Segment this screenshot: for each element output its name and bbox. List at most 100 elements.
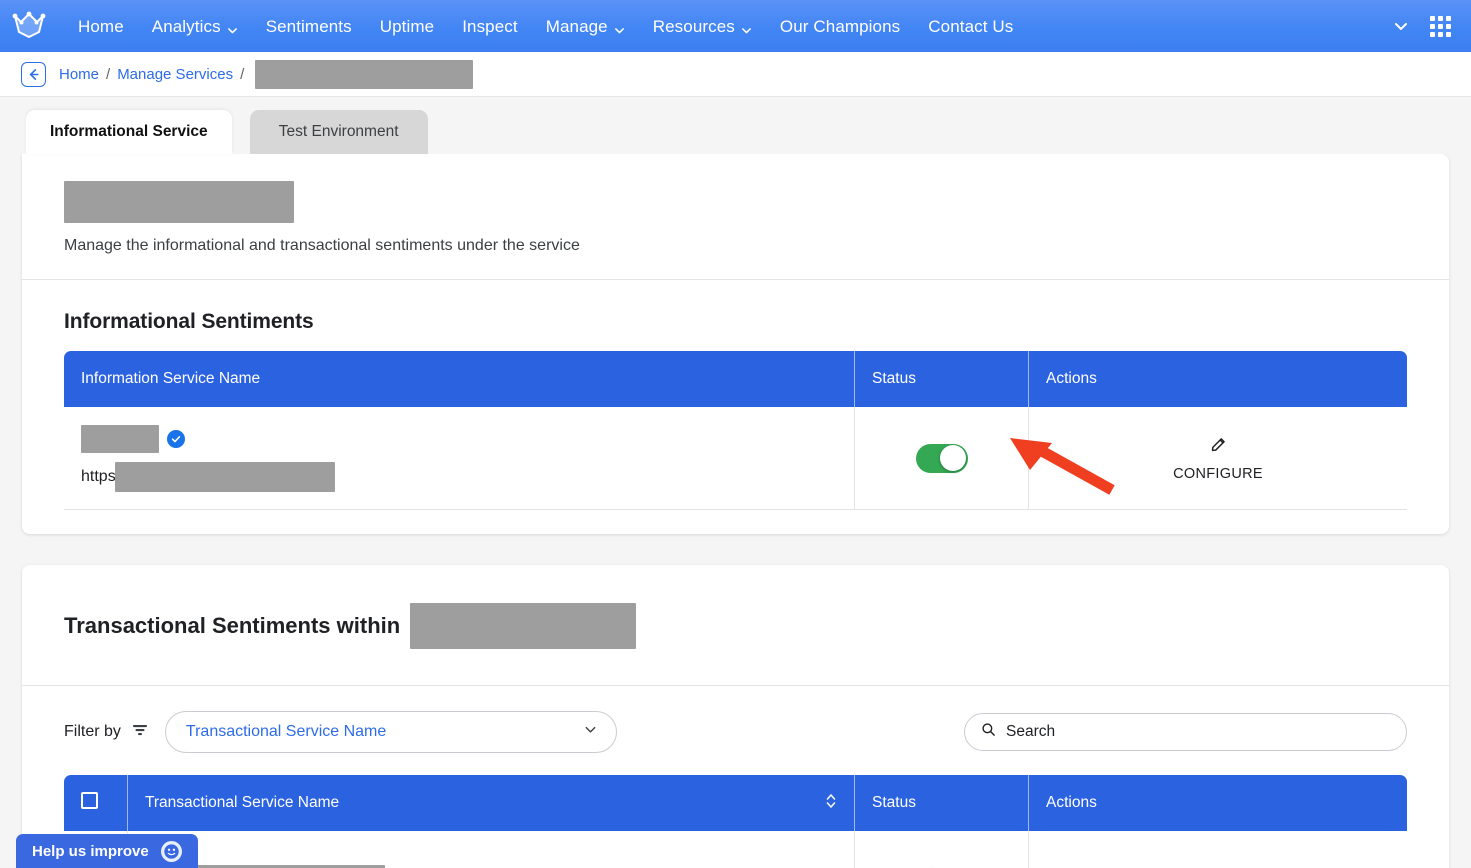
- nav-item-label: Home: [78, 16, 124, 36]
- chevron-down-icon[interactable]: [1392, 17, 1410, 35]
- nav-item-our-champions[interactable]: Our Champions: [766, 10, 914, 43]
- transactional-sentiments-title: Transactional Sentiments within: [22, 565, 1449, 685]
- service-name-row: [81, 424, 837, 453]
- filter-by-label: Filter by: [64, 722, 149, 743]
- column-header-actions[interactable]: Actions: [1029, 351, 1407, 407]
- column-header-status[interactable]: Status: [855, 775, 1029, 831]
- breadcrumb-link-manage-services[interactable]: Manage Services: [117, 66, 233, 83]
- tab-label: Informational Service: [50, 123, 208, 140]
- smiley-face-icon: [160, 840, 182, 862]
- verified-check-icon: [167, 429, 185, 448]
- transactional-table-wrapper: Transactional Service Name Status Action…: [22, 775, 1449, 868]
- transactional-title-redacted: [410, 603, 637, 649]
- informational-sentiments-title: Informational Sentiments: [64, 310, 314, 333]
- table-body: Add Ki: [64, 831, 1407, 868]
- breadcrumb-trail: Home / Manage Services /: [59, 59, 474, 89]
- cell-transactional-service-name: Add Ki: [128, 831, 855, 868]
- nav-item-label: Contact Us: [928, 16, 1014, 36]
- table-header-row: Transactional Service Name Status Action…: [64, 775, 1407, 831]
- tab-test-environment[interactable]: Test Environment: [249, 110, 428, 154]
- toggle-knob: [940, 445, 966, 471]
- apps-grid-icon[interactable]: [1430, 15, 1451, 37]
- nav-item-label: Our Champions: [779, 16, 901, 36]
- nav-menu: Home Analytics Sentiments Uptime Inspect…: [64, 10, 1392, 43]
- nav-item-contact-us[interactable]: Contact Us: [914, 10, 1027, 43]
- nav-item-sentiments[interactable]: Sentiments: [252, 10, 366, 43]
- informational-table-wrapper: Information Service Name Status Actions: [22, 351, 1449, 534]
- filters-row: Filter by Transactional Service Name: [22, 686, 1449, 775]
- search-input[interactable]: [1006, 723, 1390, 741]
- transactional-sentiments-card: Transactional Sentiments within Filter b…: [22, 565, 1449, 868]
- service-name-redacted: [64, 181, 294, 223]
- tab-label: Test Environment: [278, 123, 399, 140]
- cell-actions: [1029, 831, 1407, 868]
- tab-informational-service[interactable]: Informational Service: [26, 110, 232, 154]
- breadcrumb-current-redacted: [255, 59, 474, 89]
- chevron-down-icon: [614, 22, 625, 33]
- breadcrumb-separator: /: [106, 65, 111, 83]
- service-subtitle: Manage the informational and transaction…: [64, 237, 580, 254]
- service-url-row: https://: [81, 461, 837, 492]
- nav-item-resources[interactable]: Resources: [639, 10, 766, 43]
- nav-item-manage[interactable]: Manage: [532, 10, 639, 43]
- cell-status: [855, 831, 1029, 868]
- table-header-row: Information Service Name Status Actions: [64, 351, 1407, 407]
- nav-right-actions: [1392, 15, 1455, 37]
- table-row: Add Ki: [64, 831, 1407, 868]
- sort-updown-icon[interactable]: [825, 791, 837, 816]
- pencil-edit-icon: [1208, 435, 1228, 460]
- service-name-redacted: [81, 424, 159, 453]
- table-row: https:// CONFIGURE: [64, 407, 1407, 510]
- top-navigation-bar: Home Analytics Sentiments Uptime Inspect…: [0, 0, 1471, 52]
- breadcrumb-separator: /: [240, 65, 245, 83]
- help-us-improve-button[interactable]: Help us improve: [16, 834, 198, 868]
- select-all-checkbox[interactable]: [81, 792, 98, 809]
- app-root: Home Analytics Sentiments Uptime Inspect…: [0, 0, 1471, 868]
- nav-item-analytics[interactable]: Analytics: [138, 10, 252, 43]
- feedback-label: Help us improve: [32, 842, 149, 860]
- filter-funnel-icon[interactable]: [131, 722, 149, 743]
- nav-item-label: Manage: [545, 16, 608, 36]
- chevron-down-icon: [741, 22, 752, 33]
- nav-item-label: Uptime: [379, 16, 435, 36]
- transactional-sentiments-table: Transactional Service Name Status Action…: [64, 775, 1407, 868]
- column-header-status[interactable]: Status: [855, 351, 1029, 407]
- nav-item-label: Inspect: [462, 16, 518, 36]
- search-box[interactable]: [964, 713, 1407, 751]
- column-header-label: Transactional Service Name: [145, 794, 340, 811]
- nav-item-label: Analytics: [151, 16, 221, 36]
- chevron-down-icon: [583, 722, 598, 742]
- table-header: Information Service Name Status Actions: [64, 351, 1407, 407]
- cell-actions: CONFIGURE: [1029, 407, 1407, 510]
- informational-status-toggle[interactable]: [915, 443, 968, 473]
- breadcrumb: Home / Manage Services /: [0, 52, 1471, 97]
- nav-item-inspect[interactable]: Inspect: [448, 10, 532, 43]
- table-body: https:// CONFIGURE: [64, 407, 1407, 510]
- breadcrumb-link-home[interactable]: Home: [59, 66, 99, 83]
- filter-by-text: Filter by: [64, 723, 121, 740]
- crown-analytics-logo-icon[interactable]: [12, 9, 46, 43]
- nav-item-home[interactable]: Home: [64, 10, 138, 43]
- cell-status: [855, 407, 1029, 510]
- transactional-filter-select[interactable]: Transactional Service Name: [164, 711, 617, 753]
- column-header-actions[interactable]: Actions: [1029, 775, 1407, 831]
- configure-button[interactable]: CONFIGURE: [1046, 435, 1390, 482]
- chevron-down-icon: [227, 22, 238, 33]
- nav-item-label: Sentiments: [265, 16, 352, 36]
- transactional-title-text: Transactional Sentiments within: [64, 613, 401, 638]
- configure-label: CONFIGURE: [1173, 465, 1263, 482]
- nav-item-label: Resources: [652, 16, 735, 36]
- column-header-transactional-service-name[interactable]: Transactional Service Name: [128, 775, 855, 831]
- service-header: Manage the informational and transaction…: [22, 154, 1449, 279]
- informational-service-card: Manage the informational and transaction…: [22, 154, 1449, 534]
- nav-item-uptime[interactable]: Uptime: [366, 10, 448, 43]
- column-header-select-all: [64, 775, 128, 831]
- page-body: Manage the informational and transaction…: [0, 154, 1471, 868]
- table-header: Transactional Service Name Status Action…: [64, 775, 1407, 831]
- cell-information-service-name: https://: [64, 407, 855, 510]
- informational-sentiments-table: Information Service Name Status Actions: [64, 351, 1407, 510]
- back-button[interactable]: [21, 61, 46, 87]
- service-url-redacted: [115, 461, 336, 492]
- column-header-information-service-name[interactable]: Information Service Name: [64, 351, 855, 407]
- search-icon: [981, 722, 996, 742]
